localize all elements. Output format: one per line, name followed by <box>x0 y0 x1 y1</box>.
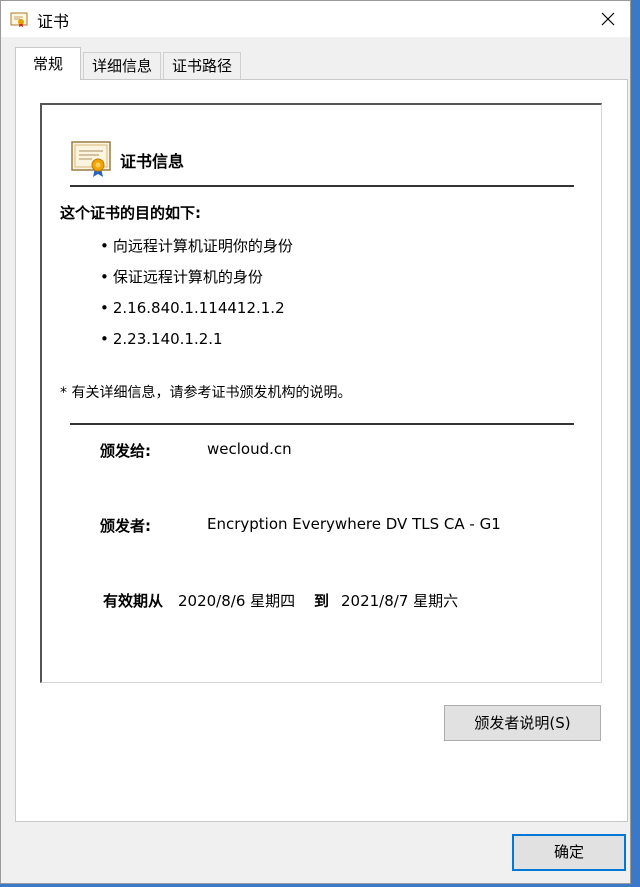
certificate-small-icon <box>10 10 28 28</box>
valid-from-value: 2020/8/6 星期四 <box>178 592 296 610</box>
certificate-info-frame: 证书信息 这个证书的目的如下: 向远程计算机证明你的身份 保证远程计算机的身份 … <box>40 103 602 683</box>
purpose-list: 向远程计算机证明你的身份 保证远程计算机的身份 2.16.840.1.11441… <box>100 235 293 359</box>
purpose-item: 保证远程计算机的身份 <box>100 266 293 297</box>
divider-bottom <box>70 423 574 425</box>
tab-general[interactable]: 常规 <box>15 47 81 80</box>
issuer-statement-button[interactable]: 颁发者说明(S) <box>444 705 601 741</box>
close-button[interactable] <box>586 1 630 37</box>
issued-to-label: 颁发给: <box>100 442 151 460</box>
certificate-icon <box>70 140 114 178</box>
certificate-dialog: 证书 常规 详细信息 证书路径 证书信息 这个证书的目的如下: • 向远程计算机… <box>0 0 631 884</box>
issued-by-value: Encryption Everywhere DV TLS CA - G1 <box>207 515 501 533</box>
close-icon <box>601 12 615 26</box>
validity-label: 有效期从 <box>103 592 164 610</box>
details-note: * 有关详细信息，请参考证书颁发机构的说明。 <box>60 385 352 401</box>
purpose-title: 这个证书的目的如下: <box>60 204 201 222</box>
ok-button[interactable]: 确定 <box>512 834 626 871</box>
certificate-info-heading: 证书信息 <box>120 152 185 171</box>
purpose-item: 2.23.140.1.2.1 <box>100 328 293 359</box>
valid-to-value: 2021/8/7 星期六 <box>341 592 459 610</box>
issued-by-label: 颁发者: <box>100 517 151 535</box>
issued-to-value: wecloud.cn <box>207 440 292 458</box>
divider-top <box>70 185 574 187</box>
tab-certification-path[interactable]: 证书路径 <box>163 52 241 79</box>
validity-to-label: 到 <box>314 592 330 610</box>
window-title: 证书 <box>37 12 70 31</box>
purpose-item: 2.16.840.1.114412.1.2 <box>100 297 293 328</box>
purpose-item: 向远程计算机证明你的身份 <box>100 235 293 266</box>
tab-details[interactable]: 详细信息 <box>83 52 161 79</box>
title-bar[interactable]: 证书 <box>1 1 630 37</box>
